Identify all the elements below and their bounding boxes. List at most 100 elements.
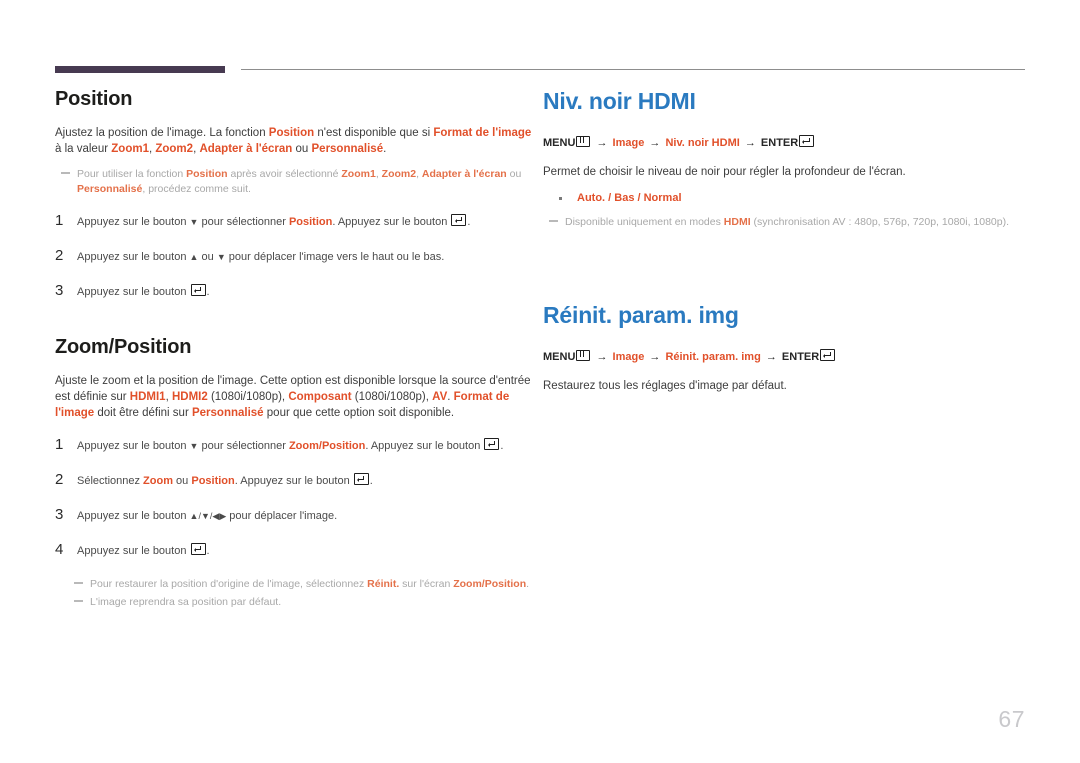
- arrow-down-icon: ▼: [216, 252, 226, 262]
- text-fragment: . Appuyez sur le bouton: [332, 216, 451, 228]
- text-fragment: ou: [173, 475, 192, 487]
- section-zoom-position-intro: Ajuste le zoom et la position de l'image…: [55, 373, 535, 421]
- section-zoom-position: Zoom/Position Ajuste le zoom et la posit…: [55, 336, 535, 610]
- arrow-right-glyph-icon: →: [649, 351, 661, 363]
- list-item: 1 Appuyez sur le bouton ▼ pour sélection…: [55, 437, 535, 454]
- highlight-term: Réinit.: [367, 578, 400, 590]
- highlight-term: Zoom: [143, 475, 173, 487]
- arrow-right-glyph-icon: →: [649, 137, 661, 149]
- text-fragment: .: [369, 475, 373, 487]
- header-rule-thick: [55, 66, 225, 73]
- text-fragment: Appuyez sur le bouton: [77, 545, 190, 557]
- step-text: Appuyez sur le bouton ▼ pour sélectionne…: [77, 214, 470, 230]
- enter-icon: [799, 135, 815, 147]
- page-title-position: Position: [55, 88, 133, 110]
- step-number: 2: [55, 247, 64, 264]
- list-item: 2 Appuyez sur le bouton ▲ ou ▼ pour dépl…: [55, 248, 535, 265]
- text-fragment: Pour utiliser la fonction: [77, 168, 187, 180]
- text-fragment: Appuyez sur le bouton: [77, 510, 190, 522]
- highlight-term: Zoom1: [341, 168, 376, 180]
- page-title-zoom-position: Zoom/Position: [55, 336, 192, 358]
- note-dash-icon: [74, 600, 83, 602]
- text-fragment: pour déplacer l'image vers le haut ou le…: [225, 251, 445, 263]
- note-position-usage: Pour utiliser la fonction Position après…: [55, 167, 535, 197]
- highlight-term: Composant: [288, 391, 352, 403]
- text-fragment: .: [206, 286, 210, 298]
- section-niv-noir-hdmi: Niv. noir HDMI MENU → Image → Niv. noir …: [543, 88, 1025, 230]
- breadcrumb: MENU → Image → Niv. noir HDMI → ENTER: [543, 135, 1025, 151]
- text-fragment: doit être défini sur: [94, 407, 192, 419]
- text-fragment: sur l'écran: [399, 578, 454, 590]
- arrow-right-glyph-icon: →: [744, 137, 756, 149]
- text-fragment: (1080i/1080p),: [351, 391, 433, 403]
- highlight-term: Zoom/Position: [453, 578, 527, 590]
- header-rule-group: [55, 66, 1025, 76]
- highlight-term: HDMI1: [129, 391, 166, 403]
- text-fragment: Disponible uniquement en modes: [565, 216, 724, 228]
- text-fragment: ou: [198, 251, 217, 263]
- step-number: 1: [55, 436, 64, 453]
- step-number: 3: [55, 506, 64, 523]
- highlight-term: Zoom1: [111, 143, 149, 155]
- highlight-term: Zoom2: [155, 143, 194, 155]
- highlight-term: Position: [191, 475, 235, 487]
- highlight-term: Adapter à l'écran: [421, 168, 507, 180]
- step-list-position: 1 Appuyez sur le bouton ▼ pour sélection…: [55, 213, 535, 300]
- arrow-right-glyph-icon: →: [596, 137, 608, 149]
- breadcrumb: MENU → Image → Réinit. param. img → ENTE…: [543, 349, 1025, 365]
- option-list: Auto. / Bas / Normal: [543, 190, 1025, 206]
- text-fragment: après avoir sélectionné: [227, 168, 342, 180]
- breadcrumb-menu-label: MENU: [543, 351, 576, 363]
- list-item: 2 Sélectionnez Zoom ou Position. Appuyez…: [55, 472, 535, 489]
- text-fragment: ou: [292, 143, 312, 155]
- enter-icon: [353, 473, 369, 485]
- step-text: Appuyez sur le bouton .: [77, 284, 210, 300]
- arrow-down-icon: ▼: [200, 511, 210, 521]
- step-number: 1: [55, 212, 64, 229]
- enter-icon: [820, 349, 836, 361]
- document-page: Position Ajustez la position de l'image.…: [0, 0, 1080, 763]
- menu-icon: [576, 136, 591, 147]
- text-fragment: .: [526, 578, 530, 590]
- text-fragment: Sélectionnez: [77, 475, 144, 487]
- text-fragment: Ajustez la position de l'image. La fonct…: [55, 127, 269, 139]
- arrow-right-glyph-icon: →: [765, 351, 777, 363]
- list-item: 1 Appuyez sur le bouton ▼ pour sélection…: [55, 213, 535, 230]
- step-text: Appuyez sur le bouton ▲ ou ▼ pour déplac…: [77, 249, 444, 265]
- left-column: Position Ajustez la position de l'image.…: [55, 88, 535, 613]
- section-description: Restaurez tous les réglages d'image par …: [543, 380, 787, 392]
- highlight-term: Format de l'image: [433, 127, 532, 139]
- highlight-term: Personnalisé: [311, 143, 384, 155]
- text-fragment: pour sélectionner: [198, 216, 289, 228]
- text-fragment: Appuyez sur le bouton: [77, 251, 190, 263]
- text-fragment: Pour restaurer la position d'origine de …: [90, 578, 368, 590]
- section-description: Permet de choisir le niveau de noir pour…: [543, 166, 906, 178]
- highlight-term: Zoom2: [381, 168, 417, 180]
- text-fragment: pour que cette option soit disponible.: [263, 407, 455, 419]
- text-fragment: , procédez comme suit.: [142, 183, 251, 195]
- text-fragment: Appuyez sur le bouton: [77, 286, 190, 298]
- text-fragment: pour déplacer l'image.: [226, 510, 338, 522]
- breadcrumb-menu-label: MENU: [543, 137, 576, 149]
- enter-icon: [451, 214, 467, 226]
- menu-icon: [576, 350, 591, 361]
- highlight-term: HDMI: [723, 216, 751, 228]
- step-text: Appuyez sur le bouton ▼ pour sélectionne…: [77, 438, 503, 454]
- text-fragment: .: [383, 143, 387, 155]
- enter-icon: [484, 438, 500, 450]
- breadcrumb-item: Réinit. param. img: [665, 351, 761, 363]
- header-rule-thin: [241, 69, 1025, 70]
- text-fragment: à la valeur: [55, 143, 112, 155]
- text-fragment: . Appuyez sur le bouton: [365, 440, 484, 452]
- text-fragment: (synchronisation AV : 480p, 576p, 720p, …: [750, 216, 1010, 228]
- list-item: 4 Appuyez sur le bouton .: [55, 542, 535, 559]
- breadcrumb-item: Niv. noir HDMI: [665, 137, 740, 149]
- highlight-term: Position: [268, 127, 315, 139]
- page-number: 67: [998, 706, 1025, 732]
- text-fragment: L'image reprendra sa position par défaut…: [90, 596, 282, 608]
- highlight-term: Position: [288, 216, 333, 228]
- breadcrumb-enter-label: ENTER: [781, 351, 820, 363]
- text-fragment: ou: [506, 168, 522, 180]
- note-dash-icon: [61, 172, 70, 174]
- text-fragment: (1080i/1080p),: [207, 391, 289, 403]
